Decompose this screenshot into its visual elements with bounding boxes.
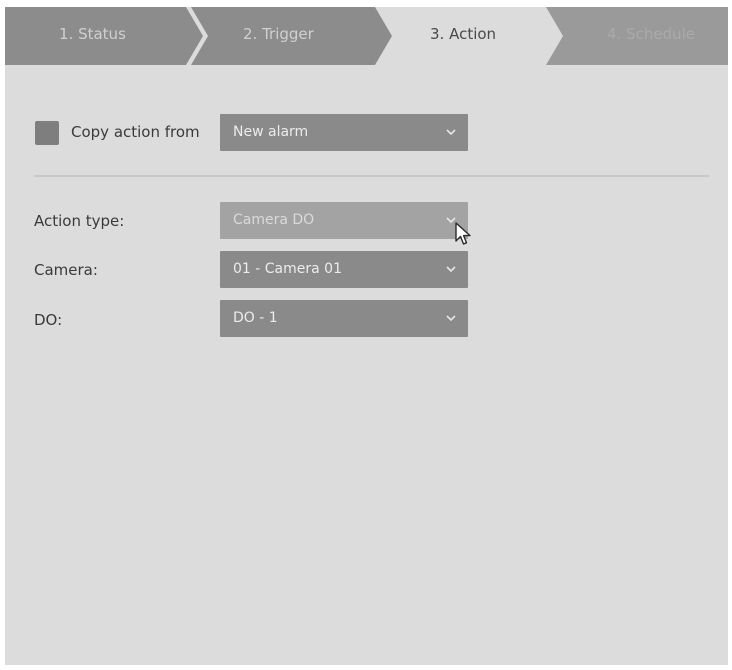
copy-action-source-select[interactable]: New alarm [220, 114, 468, 151]
copy-action-source-value: New alarm [233, 124, 309, 140]
alarm-wizard-panel: 1. Status 2. Trigger 3. Action 4. Schedu… [5, 7, 728, 665]
action-type-select[interactable]: Camera DO [220, 202, 468, 239]
do-select[interactable]: DO - 1 [220, 300, 468, 337]
camera-select[interactable]: 01 - Camera 01 [220, 251, 468, 288]
step-status-label[interactable]: 1. Status [59, 7, 126, 65]
action-type-value: Camera DO [233, 212, 315, 228]
chevron-down-icon [446, 315, 456, 322]
wizard-step-bar: 1. Status 2. Trigger 3. Action 4. Schedu… [5, 7, 728, 65]
do-value: DO - 1 [233, 310, 278, 326]
step-trigger-label[interactable]: 2. Trigger [243, 7, 314, 65]
camera-label: Camera: [34, 261, 98, 279]
copy-action-label: Copy action from [71, 123, 200, 141]
section-divider [34, 175, 709, 177]
copy-action-checkbox[interactable] [35, 121, 59, 145]
camera-value: 01 - Camera 01 [233, 261, 342, 277]
chevron-down-icon [446, 217, 456, 224]
chevron-down-icon [446, 129, 456, 136]
step-action-label[interactable]: 3. Action [430, 7, 496, 65]
do-label: DO: [34, 311, 63, 329]
chevron-down-icon [446, 266, 456, 273]
action-type-label: Action type: [34, 212, 125, 230]
step-schedule-label[interactable]: 4. Schedule [607, 7, 695, 65]
